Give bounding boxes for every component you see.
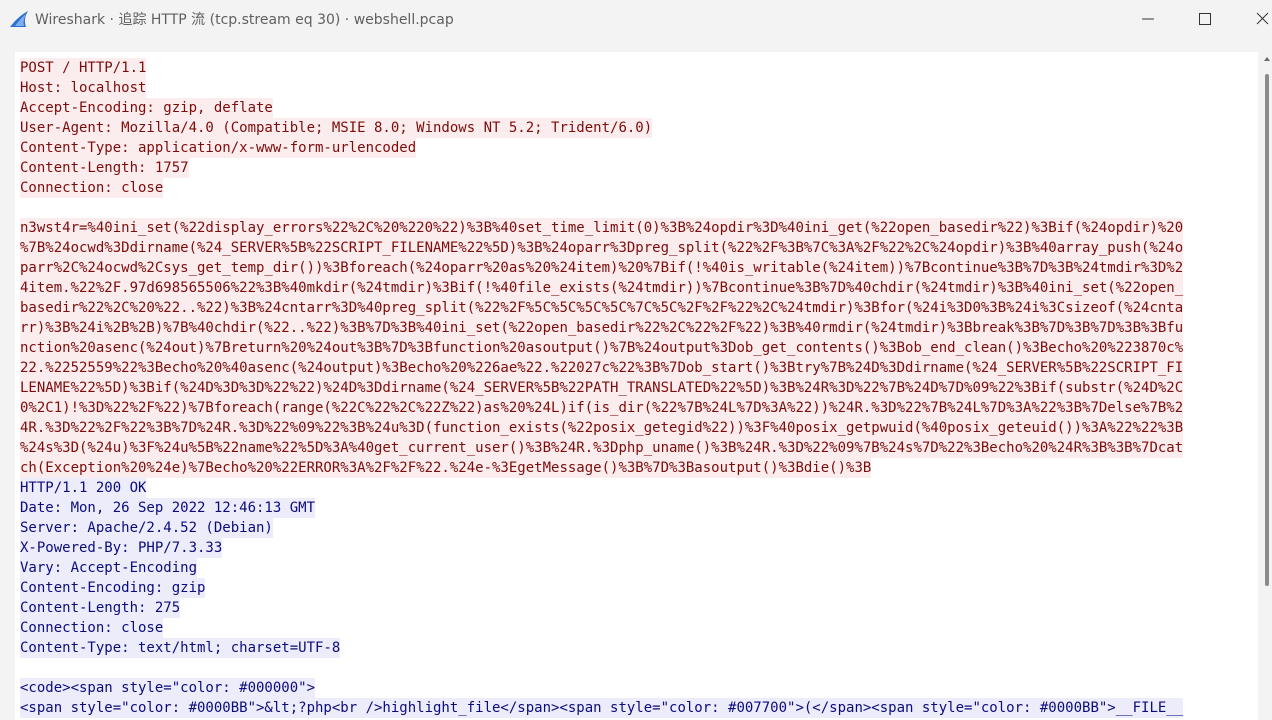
scrollbar-thumb[interactable] xyxy=(1265,74,1269,586)
close-icon[interactable] xyxy=(1253,10,1272,28)
client-body-line-text: ch(Exception%20%24e)%7Becho%20%22ERROR%3… xyxy=(20,458,872,478)
client-request-headers: POST / HTTP/1.1 Host: localhost Accept-Enc… xyxy=(20,58,1254,198)
server-response-headers: HTTP/1.1 200 OK Date: Mon, 26 Sep 2022 12… xyxy=(20,478,1254,658)
server-header-line-text: Content-Type: text/html; charset=UTF-8 xyxy=(20,638,341,658)
server-header-line-text: Connection: close xyxy=(20,618,164,638)
client-header-line: User-Agent: Mozilla/4.0 (Compatible; MSI… xyxy=(20,118,1254,138)
wireshark-fin-icon xyxy=(10,11,28,27)
server-header-line-text: Vary: Accept-Encoding xyxy=(20,558,198,578)
client-body-line-text: nction%20asenc(%24out)%7Breturn%20%24out… xyxy=(20,338,1184,358)
server-header-line: Content-Length: 275 xyxy=(20,598,1254,618)
server-body-line: <code><span style="color: #000000"> xyxy=(20,678,1254,698)
client-body-line-text: 4R.%3D%22%2F%22%3B%7D%24R.%3D%22%09%22%3… xyxy=(20,418,1184,438)
client-body-line: n3wst4r=%40ini_set(%22display_errors%22%… xyxy=(20,218,1254,238)
server-header-line: Server: Apache/2.4.52 (Debian) xyxy=(20,518,1254,538)
client-header-line-text: User-Agent: Mozilla/4.0 (Compatible; MSI… xyxy=(20,118,653,138)
client-body-line-text: %7B%24ocwd%3Ddirname(%24_SERVER%5B%22SCR… xyxy=(20,238,1184,258)
client-body-line: 0%2C1)!%3D%22%2F%22)%7Bforeach(range(%22… xyxy=(20,398,1254,418)
client-body-line: rr)%3B%24i%2B%2B)%7B%40chdir(%22..%22)%3… xyxy=(20,318,1254,338)
server-header-line-text: HTTP/1.1 200 OK xyxy=(20,478,147,498)
client-body-line: 4item.%22%2F.97d698565506%22%3B%40mkdir(… xyxy=(20,278,1254,298)
client-header-line-text: Content-Type: application/x-www-form-url… xyxy=(20,138,417,158)
client-body-line-text: parr%2C%24ocwd%2Csys_get_temp_dir())%3Bf… xyxy=(20,258,1184,278)
client-body-line-text: 22.%2252559%22%3Becho%20%40asenc(%24outp… xyxy=(20,358,1184,378)
client-header-line: Accept-Encoding: gzip, deflate xyxy=(20,98,1254,118)
client-header-line-text: POST / HTTP/1.1 xyxy=(20,58,147,78)
server-header-line-text: X-Powered-By: PHP/7.3.33 xyxy=(20,538,223,558)
client-body-line: nction%20asenc(%24out)%7Breturn%20%24out… xyxy=(20,338,1254,358)
follow-stream-content: POST / HTTP/1.1 Host: localhost Accept-Enc… xyxy=(20,58,1254,718)
client-header-line-text: Host: localhost xyxy=(20,78,147,98)
window-title: Wireshark · 追踪 HTTP 流 (tcp.stream eq 30)… xyxy=(35,12,454,28)
server-header-line-text: Server: Apache/2.4.52 (Debian) xyxy=(20,518,273,538)
server-header-line: Vary: Accept-Encoding xyxy=(20,558,1254,578)
client-header-line: Content-Length: 1757 xyxy=(20,158,1254,178)
title-bar: Wireshark · 追踪 HTTP 流 (tcp.stream eq 30)… xyxy=(0,0,1272,38)
server-header-line-text: Date: Mon, 26 Sep 2022 12:46:13 GMT xyxy=(20,498,316,518)
server-header-line: Content-Encoding: gzip xyxy=(20,578,1254,598)
client-header-line-text: Accept-Encoding: gzip, deflate xyxy=(20,98,273,118)
client-body-line-text: 4item.%22%2F.97d698565506%22%3B%40mkdir(… xyxy=(20,278,1184,298)
client-body-line: parr%2C%24ocwd%2Csys_get_temp_dir())%3Bf… xyxy=(20,258,1254,278)
client-body-line-text: n3wst4r=%40ini_set(%22display_errors%22%… xyxy=(20,218,1184,238)
client-header-line: Connection: close xyxy=(20,178,1254,198)
client-body-line: %24s%3D(%24u)%3F%24u%5B%22name%22%5D%3A%… xyxy=(20,438,1254,458)
server-header-line: X-Powered-By: PHP/7.3.33 xyxy=(20,538,1254,558)
client-body-line: basedir%22%2C%20%22..%22)%3B%24cntarr%3D… xyxy=(20,298,1254,318)
client-header-line: Content-Type: application/x-www-form-url… xyxy=(20,138,1254,158)
client-header-line-text: Content-Length: 1757 xyxy=(20,158,189,178)
stream-text-view[interactable]: POST / HTTP/1.1 Host: localhost Accept-Enc… xyxy=(15,52,1258,720)
minimize-icon[interactable] xyxy=(1138,10,1158,28)
client-body-line-text: LENAME%22%5D)%3Bif(%24D%3D%3D%22%22)%24D… xyxy=(20,378,1184,398)
server-header-line-text: Content-Encoding: gzip xyxy=(20,578,206,598)
server-header-line: Date: Mon, 26 Sep 2022 12:46:13 GMT xyxy=(20,498,1254,518)
maximize-icon[interactable] xyxy=(1195,10,1215,28)
client-body-line: 4R.%3D%22%2F%22%3B%7D%24R.%3D%22%09%22%3… xyxy=(20,418,1254,438)
server-header-line-text: Content-Length: 275 xyxy=(20,598,181,618)
server-body-line-text: <span style="color: #0000BB">&lt;?php<br… xyxy=(20,698,1184,718)
client-header-line: POST / HTTP/1.1 xyxy=(20,58,1254,78)
client-header-line-text: Connection: close xyxy=(20,178,164,198)
server-header-line: HTTP/1.1 200 OK xyxy=(20,478,1254,498)
client-body-line-text: %24s%3D(%24u)%3F%24u%5B%22name%22%5D%3A%… xyxy=(20,438,1184,458)
client-body-line: %7B%24ocwd%3Ddirname(%24_SERVER%5B%22SCR… xyxy=(20,238,1254,258)
server-response-body: <code><span style="color: #000000"> <span… xyxy=(20,678,1254,718)
client-body-line: ch(Exception%20%24e)%7Becho%20%22ERROR%3… xyxy=(20,458,1254,478)
client-body-line-text: basedir%22%2C%20%22..%22)%3B%24cntarr%3D… xyxy=(20,298,1184,318)
client-body-line-text: 0%2C1)!%3D%22%2F%22)%7Bforeach(range(%22… xyxy=(20,398,1184,418)
server-header-line: Content-Type: text/html; charset=UTF-8 xyxy=(20,638,1254,658)
client-body-line: 22.%2252559%22%3Becho%20%40asenc(%24outp… xyxy=(20,358,1254,378)
client-header-line: Host: localhost xyxy=(20,78,1254,98)
client-body-line-text: rr)%3B%24i%2B%2B)%7B%40chdir(%22..%22)%3… xyxy=(20,318,1184,338)
client-body-line: LENAME%22%5D)%3Bif(%24D%3D%3D%22%22)%24D… xyxy=(20,378,1254,398)
server-body-line-text: <code><span style="color: #000000"> xyxy=(20,678,316,698)
scroll-up-arrow-icon[interactable] xyxy=(1264,56,1270,62)
server-body-line: <span style="color: #0000BB">&lt;?php<br… xyxy=(20,698,1254,718)
server-header-line: Connection: close xyxy=(20,618,1254,638)
client-request-body: n3wst4r=%40ini_set(%22display_errors%22%… xyxy=(20,218,1254,478)
